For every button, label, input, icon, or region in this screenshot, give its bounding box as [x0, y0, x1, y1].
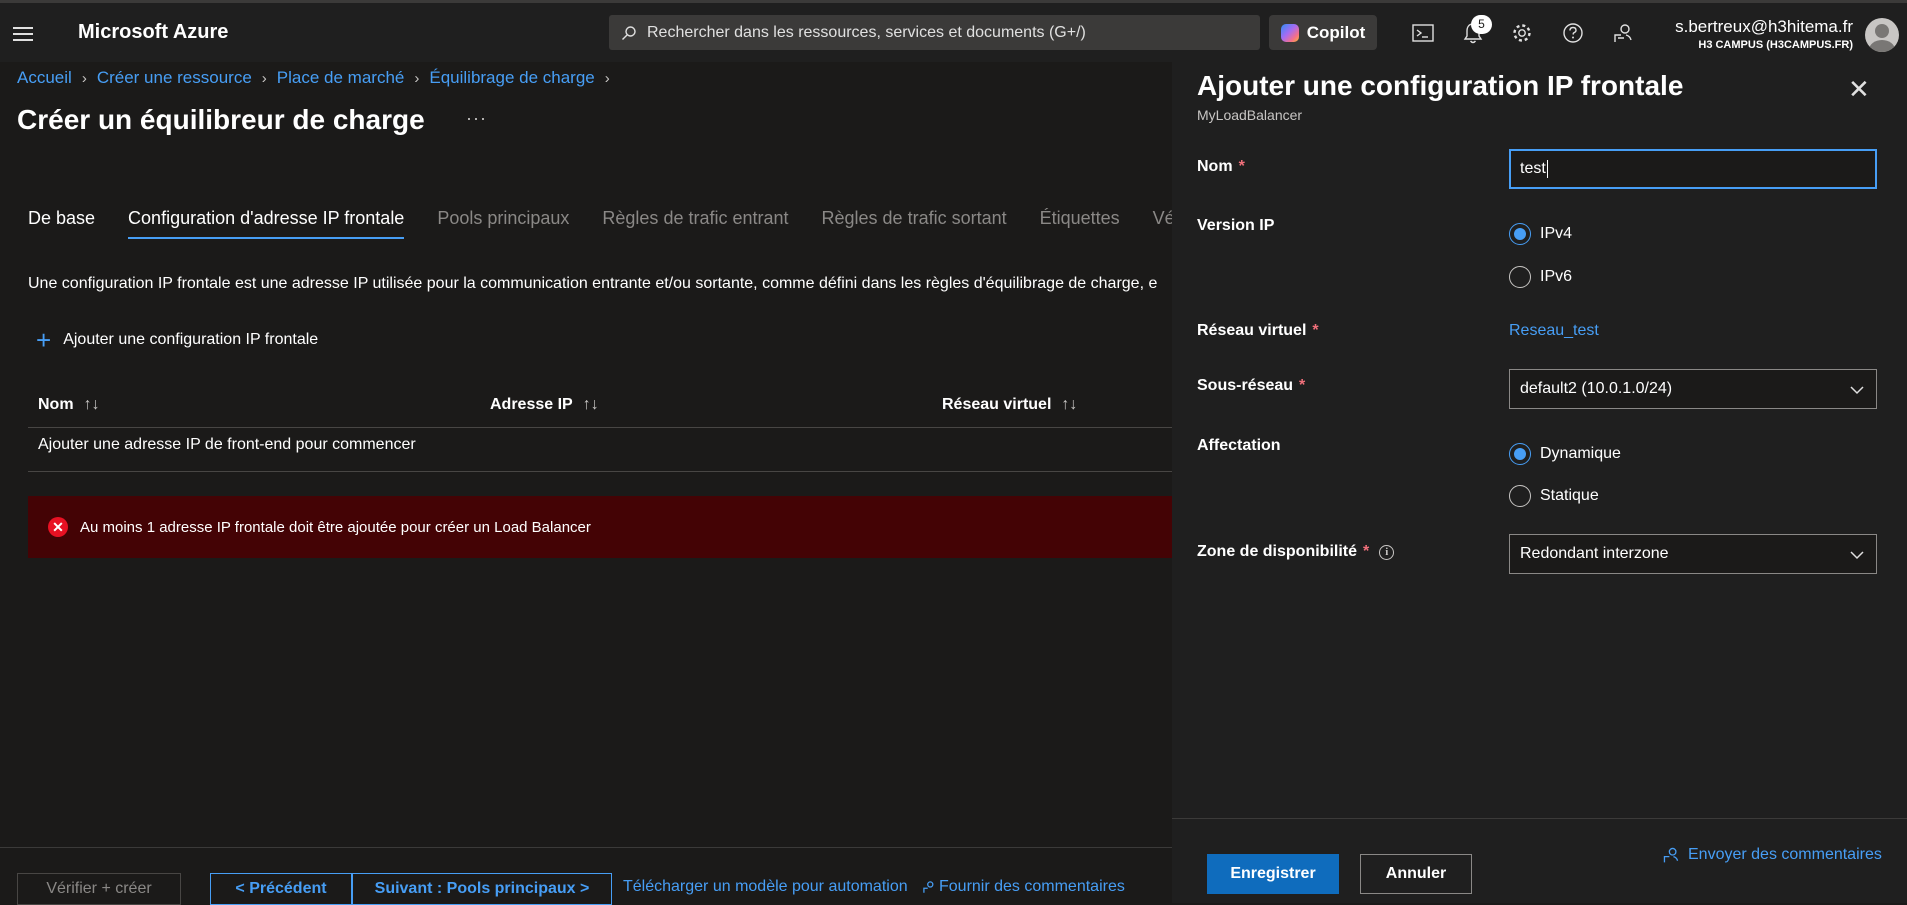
copilot-label: Copilot: [1306, 22, 1366, 42]
radio-ipv6-label: IPv6: [1540, 268, 1573, 285]
error-icon: ✕: [48, 517, 68, 537]
subnet-value: default2 (10.0.1.0/24): [1520, 380, 1673, 397]
download-template-link[interactable]: Télécharger un modèle pour automation: [623, 878, 908, 896]
frontend-ip-panel: Ajouter une configuration IP frontale My…: [1172, 62, 1907, 903]
provide-feedback-link[interactable]: Fournir des commentaires: [922, 878, 1125, 896]
gear-icon[interactable]: [1508, 19, 1536, 47]
cancel-button[interactable]: Annuler: [1360, 854, 1472, 894]
panel-subtitle: MyLoadBalancer: [1197, 107, 1303, 123]
subnet-dropdown[interactable]: default2 (10.0.1.0/24): [1509, 369, 1877, 409]
user-tenant[interactable]: H3 CAMPUS (H3CAMPUS.FR): [1698, 39, 1853, 51]
radio-dynamic[interactable]: Dynamique: [1509, 443, 1621, 465]
breadcrumb-home[interactable]: Accueil: [17, 68, 72, 88]
radio-unselected-icon: [1509, 266, 1531, 288]
error-message: Au moins 1 adresse IP frontale doit être…: [80, 518, 591, 536]
radio-selected-icon: [1509, 223, 1531, 245]
page-title: Créer un équilibreur de charge: [17, 104, 425, 135]
notification-badge: 5: [1471, 15, 1492, 34]
plus-icon: +: [36, 325, 52, 355]
wizard-tabs: De base Configuration d'adresse IP front…: [28, 208, 1237, 239]
radio-ipv6[interactable]: IPv6: [1509, 266, 1572, 288]
info-icon[interactable]: i: [1379, 544, 1395, 560]
panel-title: Ajouter une configuration IP frontale: [1197, 70, 1684, 101]
tab-frontend-ip[interactable]: Configuration d'adresse IP frontale: [128, 208, 405, 239]
search-input[interactable]: [647, 23, 1247, 42]
column-ip-address[interactable]: Adresse IP ↑↓: [490, 396, 599, 414]
column-vnet[interactable]: Réseau virtuel ↑↓: [942, 396, 1077, 414]
tab-description: Une configuration IP frontale est une ad…: [28, 275, 1158, 292]
feedback-icon: [923, 881, 934, 893]
zone-label: Zone de disponibilité * i: [1197, 543, 1395, 561]
review-create-button[interactable]: Vérifier + créer: [17, 873, 181, 905]
column-name[interactable]: Nom ↑↓: [38, 396, 100, 414]
subnet-label: Sous-réseau *: [1197, 377, 1306, 394]
add-frontend-ip-button[interactable]: + Ajouter une configuration IP frontale: [36, 325, 319, 355]
cloud-shell-icon[interactable]: [1409, 19, 1437, 47]
chevron-down-icon: [1850, 551, 1864, 560]
user-email[interactable]: s.bertreux@h3hitema.fr: [1675, 17, 1853, 37]
breadcrumb: Accueil › Créer une ressource › Place de m…: [17, 68, 620, 88]
ip-version-label: Version IP: [1197, 217, 1275, 234]
previous-button[interactable]: < Précédent: [210, 873, 352, 905]
tab-basics[interactable]: De base: [28, 208, 95, 239]
close-icon[interactable]: ✕: [1848, 74, 1870, 105]
provide-feedback-label: Fournir des commentaires: [939, 878, 1125, 895]
more-options-icon[interactable]: ···: [466, 108, 487, 129]
brand-title[interactable]: Microsoft Azure: [78, 21, 228, 44]
top-bar: Microsoft Azure Copilot 5 s.bertreux@h3h…: [0, 0, 1907, 62]
assignment-label: Affectation: [1197, 437, 1281, 454]
chevron-down-icon: [1850, 386, 1864, 395]
feedback-icon: [1663, 847, 1679, 863]
chevron-right-icon: ›: [414, 69, 420, 87]
name-label: Nom *: [1197, 158, 1245, 175]
text-cursor: [1546, 160, 1548, 178]
column-vnet-label: Réseau virtuel: [942, 396, 1052, 413]
avatar[interactable]: [1865, 18, 1899, 52]
radio-selected-icon: [1509, 443, 1531, 465]
vnet-label: Réseau virtuel *: [1197, 322, 1319, 339]
send-feedback-label: Envoyer des commentaires: [1688, 846, 1882, 863]
radio-ipv4[interactable]: IPv4: [1509, 223, 1572, 245]
table-empty-row: Ajouter une adresse IP de front-end pour…: [28, 430, 1178, 472]
copilot-icon: [1280, 23, 1299, 42]
radio-ipv4-label: IPv4: [1540, 225, 1573, 242]
vnet-link[interactable]: Reseau_test: [1509, 322, 1599, 340]
column-name-label: Nom: [38, 396, 74, 413]
table-header: Nom ↑↓ Adresse IP ↑↓ Réseau virtuel ↑↓: [28, 392, 1178, 428]
chevron-right-icon: ›: [81, 69, 87, 87]
global-search[interactable]: [609, 15, 1260, 50]
feedback-icon[interactable]: [1609, 19, 1637, 47]
zone-dropdown[interactable]: Redondant interzone: [1509, 534, 1877, 574]
sort-icon: ↑↓: [83, 396, 100, 413]
sort-icon: ↑↓: [1061, 396, 1078, 413]
save-button[interactable]: Enregistrer: [1207, 854, 1339, 894]
send-feedback-link[interactable]: Envoyer des commentaires: [1662, 846, 1882, 864]
radio-static[interactable]: Statique: [1509, 485, 1599, 507]
breadcrumb-create-resource[interactable]: Créer une ressource: [97, 68, 252, 88]
next-button[interactable]: Suivant : Pools principaux >: [352, 873, 612, 905]
help-icon[interactable]: [1559, 19, 1587, 47]
name-field[interactable]: test: [1509, 149, 1877, 189]
search-icon: [622, 25, 636, 40]
zone-value: Redondant interzone: [1520, 545, 1669, 562]
radio-dynamic-label: Dynamique: [1540, 445, 1621, 462]
name-value: test: [1520, 160, 1546, 177]
tab-backend-pools[interactable]: Pools principaux: [437, 208, 569, 239]
radio-unselected-icon: [1509, 485, 1531, 507]
sort-icon: ↑↓: [582, 396, 599, 413]
breadcrumb-load-balancing[interactable]: Équilibrage de charge: [429, 68, 594, 88]
tab-inbound-rules[interactable]: Règles de trafic entrant: [602, 208, 788, 239]
tab-outbound-rules[interactable]: Règles de trafic sortant: [822, 208, 1007, 239]
chevron-right-icon: ›: [261, 69, 267, 87]
menu-icon[interactable]: [10, 21, 36, 47]
column-ip-label: Adresse IP: [490, 396, 573, 413]
add-frontend-ip-label: Ajouter une configuration IP frontale: [63, 331, 319, 348]
radio-static-label: Statique: [1540, 487, 1599, 504]
copilot-button[interactable]: Copilot: [1269, 15, 1377, 50]
tab-tags[interactable]: Étiquettes: [1040, 208, 1120, 239]
breadcrumb-marketplace[interactable]: Place de marché: [277, 68, 405, 88]
chevron-right-icon: ›: [604, 69, 610, 87]
error-banner: ✕ Au moins 1 adresse IP frontale doit êt…: [28, 496, 1178, 558]
